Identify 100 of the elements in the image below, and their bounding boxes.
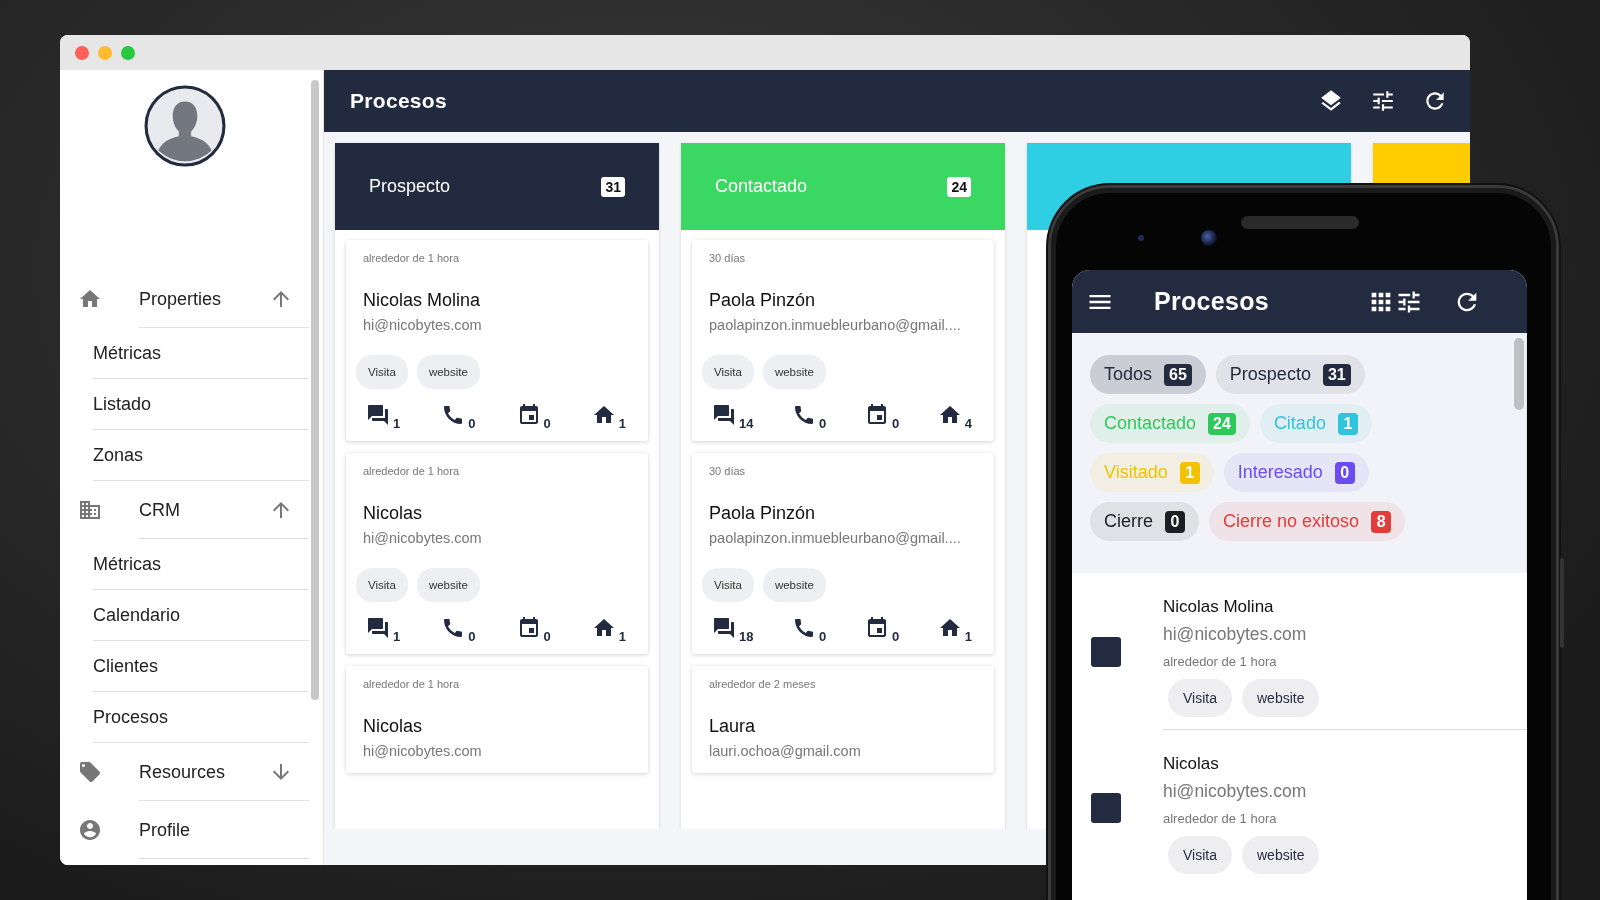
stat-count: 4 <box>964 416 972 431</box>
stat-count: 1 <box>618 629 626 644</box>
time-label: 30 días <box>708 465 747 477</box>
lead-card[interactable]: alrededor de 1 hora Nicolas hi@nicobytes.com Visita website 1 0 0 1 <box>346 453 648 654</box>
tag-chip: Visita <box>702 568 754 602</box>
contact-email: hi@nicobytes.com <box>1163 624 1308 645</box>
person-icon <box>78 818 102 842</box>
contact-name: Laura <box>708 716 757 737</box>
lead-card[interactable]: 30 días Paola Pinzón paolapinzon.inmuebleurbano@gmail.... Visita website 14 0 0 4 <box>692 240 994 441</box>
column-title: Prospecto <box>369 176 451 197</box>
lead-card[interactable]: alrededor de 1 hora Nicolas hi@nicobytes.com <box>346 666 648 773</box>
stat-count: 1 <box>393 416 401 431</box>
time-label: alrededor de 1 hora <box>362 678 460 690</box>
close-window-button[interactable] <box>75 45 89 60</box>
nav-section[interactable]: Properties <box>60 270 309 328</box>
stat-count: 1 <box>618 416 626 431</box>
nav-item[interactable]: Calendario <box>93 590 309 641</box>
tag-chip: Visita <box>702 355 754 389</box>
stat-count: 0 <box>819 629 827 644</box>
filter-chip[interactable]: Interesado 0 <box>1223 453 1369 492</box>
contact-thumbnail <box>1091 636 1121 667</box>
lead-card[interactable]: 30 días Paola Pinzón paolapinzon.inmuebleurbano@gmail.... Visita website 18 0 0 1 <box>692 453 994 654</box>
contact-email: hi@nicobytes.com <box>1163 781 1308 802</box>
chat-icon <box>712 403 736 427</box>
tag-chip: website <box>416 355 480 389</box>
chat-icon <box>366 616 390 640</box>
count-badge: 65 <box>1164 363 1192 386</box>
contact-row[interactable]: Nicolas hi@nicobytes.com alrededor de 1 hora Visita website <box>1072 730 1527 886</box>
nav-item[interactable]: Zonas <box>93 430 309 481</box>
nav-item[interactable]: Clientes <box>93 641 309 692</box>
stat-count: 14 <box>739 416 754 431</box>
nav-item[interactable]: Listado <box>93 379 309 430</box>
nav-section[interactable]: CRM <box>60 481 309 539</box>
contact-name: Paola Pinzón <box>708 290 817 311</box>
scrollbar[interactable] <box>311 80 319 700</box>
tag-chip: Visita <box>356 355 408 389</box>
nav-item[interactable]: Procesos <box>93 692 309 743</box>
filter-chip[interactable]: Cierre no exitoso 8 <box>1209 502 1406 541</box>
column-title: Contactado <box>715 176 808 197</box>
time-label: alrededor de 1 hora <box>1163 654 1278 669</box>
contact-name: Nicolas Molina <box>1163 597 1275 617</box>
stat-count: 1 <box>964 629 972 644</box>
filter-icon[interactable] <box>1370 88 1396 114</box>
time-label: alrededor de 1 hora <box>362 465 460 477</box>
contact-row[interactable]: Nicolas Molina hi@nicobytes.com alrededor de 1 hora Visita website <box>1072 573 1527 730</box>
chat-icon <box>366 403 390 427</box>
page-title: Procesos <box>350 89 448 113</box>
contact-name: Paola Pinzón <box>708 503 817 524</box>
tag-chip: website <box>416 568 480 602</box>
nav-item[interactable]: Métricas <box>93 328 309 379</box>
time-label: alrededor de 1 hora <box>1163 811 1278 826</box>
nav-item[interactable]: Métricas <box>93 539 309 590</box>
nav-section[interactable]: Profile <box>60 801 309 859</box>
contact-email: lauri.ochoa@gmail.com <box>708 743 862 759</box>
count-badge: 0 <box>1334 461 1355 484</box>
contact-name: Nicolas <box>362 716 424 737</box>
stat-count: 0 <box>543 629 551 644</box>
count-badge: 1 <box>1179 461 1200 484</box>
contact-email: hi@nicobytes.com <box>362 743 483 759</box>
filter-chip[interactable]: Cierre 0 <box>1090 502 1199 541</box>
count-badge: 1 <box>1337 412 1358 435</box>
count-badge: 31 <box>1322 363 1351 386</box>
count-badge: 24 <box>947 176 971 197</box>
tag-chip: Visita <box>1168 836 1232 874</box>
time-label: alrededor de 1 hora <box>362 252 460 264</box>
time-label: 30 días <box>708 252 747 264</box>
sensor-dot <box>1138 235 1144 241</box>
tag-chip: website <box>1242 836 1320 874</box>
stat-count: 1 <box>393 629 401 644</box>
count-badge: 0 <box>1165 510 1185 533</box>
lead-card[interactable]: alrededor de 1 hora Nicolas Molina hi@nicobytes.com Visita website 1 0 0 1 <box>346 240 648 441</box>
stat-count: 0 <box>468 629 476 644</box>
stat-count: 0 <box>819 416 827 431</box>
stat-count: 0 <box>891 416 900 431</box>
contact-name: Nicolas Molina <box>362 290 482 311</box>
tag-chip: Visita <box>1168 679 1232 717</box>
count-badge: 31 <box>601 176 625 197</box>
camera-lens <box>1201 230 1217 246</box>
time-label: alrededor de 2 meses <box>708 678 817 690</box>
building-icon <box>78 498 102 522</box>
stat-count: 18 <box>739 629 754 644</box>
avatar-icon <box>143 85 226 167</box>
stat-count: 0 <box>543 416 551 431</box>
contact-name: Nicolas <box>1163 754 1220 774</box>
filter-chip[interactable]: Prospecto 31 <box>1215 355 1365 394</box>
count-badge: 24 <box>1208 412 1236 435</box>
nav-section[interactable]: Resources <box>60 743 309 801</box>
contact-name: Nicolas <box>362 503 424 524</box>
count-badge: 8 <box>1371 510 1392 533</box>
contact-email: paolapinzon.inmuebleurbano@gmail.... <box>708 317 962 333</box>
stat-count: 0 <box>891 629 900 644</box>
contact-thumbnail <box>1091 793 1121 823</box>
app-title: Procesos <box>1154 287 1270 316</box>
tag-chip: website <box>762 355 826 389</box>
tag-chip: website <box>1242 679 1320 717</box>
chat-icon <box>712 616 736 640</box>
lead-card[interactable]: alrededor de 2 meses Laura lauri.ochoa@gmail.com <box>692 666 994 773</box>
filter-chip[interactable]: Todos 65 <box>1090 355 1206 394</box>
scrollbar[interactable] <box>1514 338 1524 410</box>
contact-email: hi@nicobytes.com <box>362 317 483 333</box>
